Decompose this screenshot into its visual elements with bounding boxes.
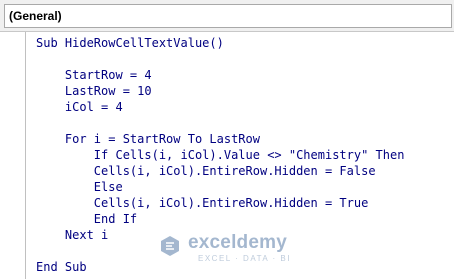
exceldemy-watermark: exceldemy EXCEL · DATA · BI: [158, 232, 308, 268]
code-line[interactable]: iCol = 4: [36, 99, 123, 115]
code-line[interactable]: End Sub: [36, 259, 87, 275]
watermark-name: exceldemy: [188, 232, 287, 253]
code-line[interactable]: Sub HideRowCellTextValue(): [36, 35, 224, 51]
margin-indicator-bar[interactable]: [0, 32, 26, 279]
code-line[interactable]: Next i: [36, 227, 108, 243]
code-line[interactable]: For i = StartRow To LastRow: [36, 131, 260, 147]
code-line[interactable]: LastRow = 10: [36, 83, 152, 99]
code-line[interactable]: StartRow = 4: [36, 67, 152, 83]
watermark-tagline: EXCEL · DATA · BI: [198, 254, 291, 263]
code-line[interactable]: Cells(i, iCol).EntireRow.Hidden = True: [36, 195, 369, 211]
code-line[interactable]: If Cells(i, iCol).Value <> "Chemistry" T…: [36, 147, 405, 163]
exceldemy-logo-icon: [161, 236, 179, 256]
code-line[interactable]: Else: [36, 179, 123, 195]
code-line[interactable]: Cells(i, iCol).EntireRow.Hidden = False: [36, 163, 376, 179]
code-window-toolbar: (General): [0, 0, 454, 32]
object-dropdown[interactable]: (General): [4, 4, 452, 28]
code-line[interactable]: End If: [36, 211, 137, 227]
